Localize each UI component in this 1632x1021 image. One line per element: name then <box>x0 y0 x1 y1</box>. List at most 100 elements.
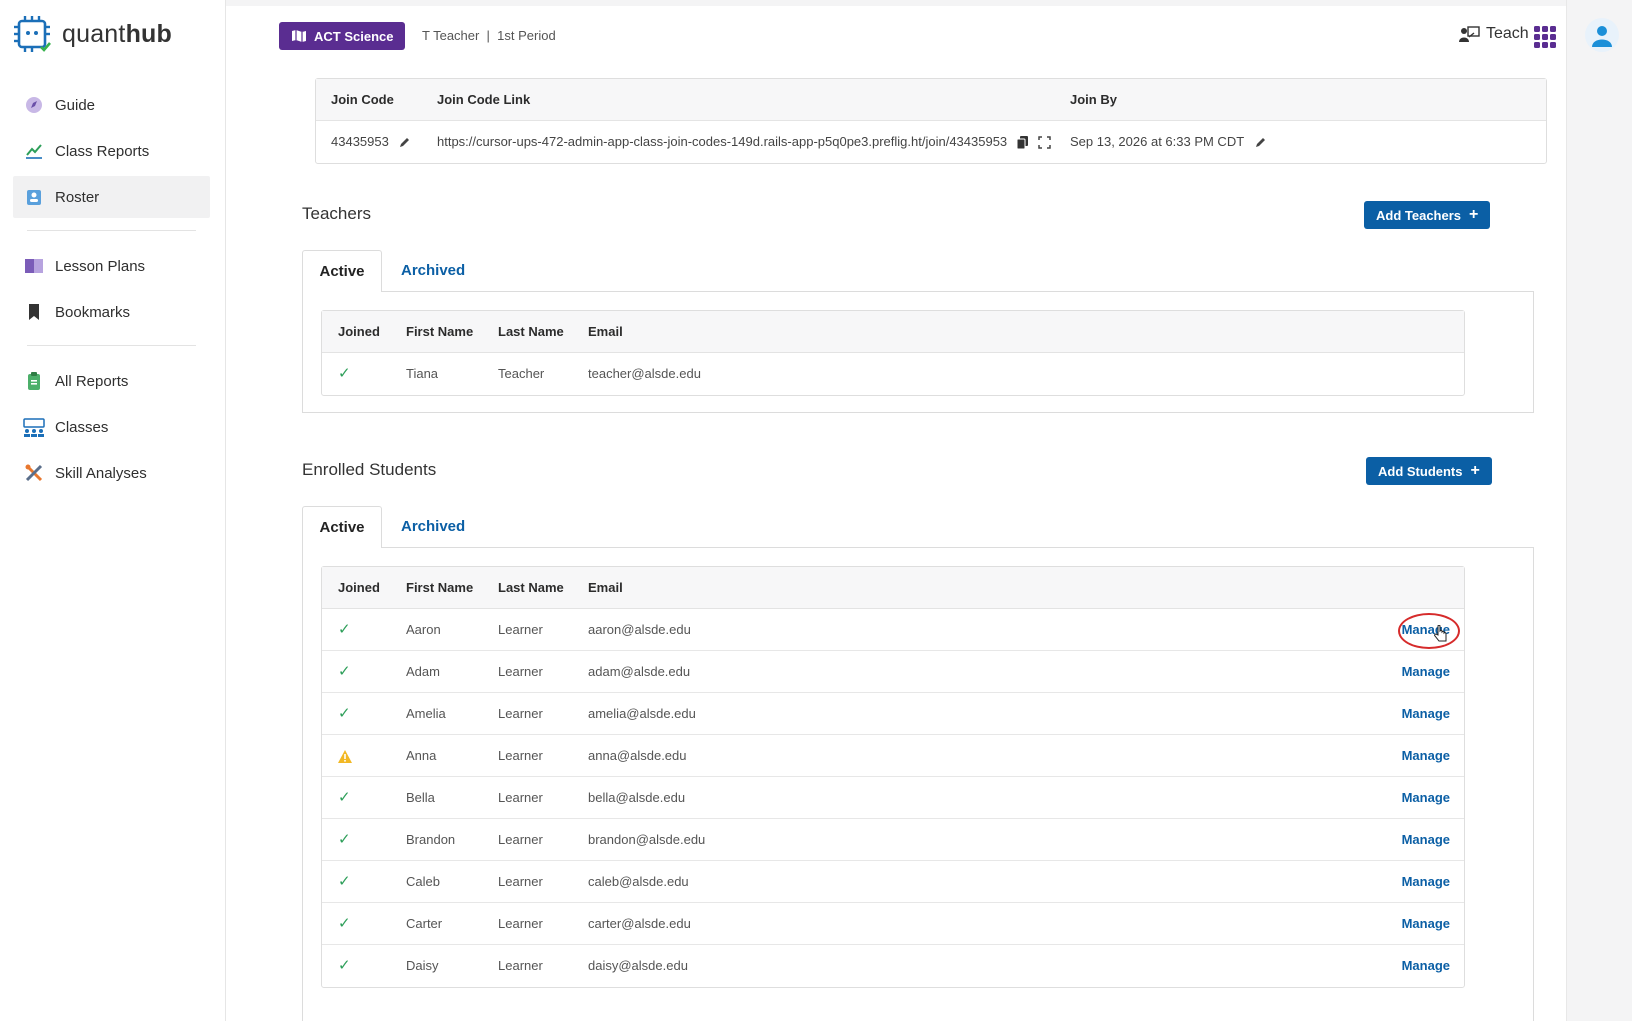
manage-link[interactable]: Manage <box>1402 903 1450 945</box>
students-title: Enrolled Students <box>302 460 437 479</box>
manage-link[interactable]: Manage <box>1402 945 1450 987</box>
last-name-cell: Learner <box>498 748 543 763</box>
last-name-cell: Learner <box>498 874 543 889</box>
table-row: Anna Learner anna@alsde.edu Manage <box>322 735 1464 777</box>
clipboard-icon <box>23 370 45 392</box>
sidebar-item-classes[interactable]: Classes <box>13 406 210 448</box>
last-name-cell: Learner <box>498 706 543 721</box>
tab-teachers-active[interactable]: Active <box>302 250 382 293</box>
check-icon: ✓ <box>338 705 351 722</box>
last-name-cell: Teacher <box>498 366 545 381</box>
map-icon <box>292 30 306 42</box>
edit-icon[interactable] <box>1254 136 1267 149</box>
manage-link[interactable]: Manage <box>1402 777 1450 819</box>
sidebar-item-lesson-plans[interactable]: Lesson Plans <box>13 245 210 287</box>
first-name-cell: Aaron <box>406 622 441 637</box>
sidebar-divider <box>27 230 196 231</box>
sidebar-item-all-reports[interactable]: All Reports <box>13 360 210 402</box>
table-row: ✓ Caleb Learner caleb@alsde.edu Manage <box>322 861 1464 903</box>
manage-link[interactable]: Manage <box>1402 819 1450 861</box>
check-icon: ✓ <box>338 621 351 638</box>
fullscreen-icon[interactable] <box>1038 136 1052 149</box>
check-icon: ✓ <box>338 663 351 680</box>
first-name-cell: Amelia <box>406 706 446 721</box>
avatar[interactable] <box>1585 18 1619 52</box>
sidebar-item-guide[interactable]: Guide <box>13 84 210 126</box>
logo[interactable]: quanthub <box>12 14 172 54</box>
last-name-cell: Learner <box>498 664 543 679</box>
bookmark-icon <box>23 301 45 323</box>
join-code-row: 43435953 https://cursor-ups-472-admin-ap… <box>316 121 1546 163</box>
sidebar-item-label: Lesson Plans <box>55 257 146 275</box>
teach-icon <box>1459 26 1480 42</box>
breadcrumb: T Teacher | 1st Period <box>422 28 556 43</box>
add-students-button[interactable]: Add Students + <box>1366 457 1492 485</box>
table-row: ✓ Brandon Learner brandon@alsde.edu Mana… <box>322 819 1464 861</box>
sidebar-item-class-reports[interactable]: Class Reports <box>13 130 210 172</box>
teach-label: Teach <box>1486 25 1529 42</box>
tab-students-archived[interactable]: Archived <box>401 506 465 548</box>
email-cell: daisy@alsde.edu <box>588 958 688 973</box>
sidebar-item-roster[interactable]: Roster <box>13 176 210 218</box>
add-teachers-button[interactable]: Add Teachers + <box>1364 201 1491 229</box>
manage-link[interactable]: Manage <box>1402 735 1450 777</box>
add-students-label: Add Students <box>1378 463 1463 479</box>
sidebar-item-label: Skill Analyses <box>55 464 147 482</box>
classes-icon <box>23 416 45 438</box>
edit-icon[interactable] <box>398 136 411 149</box>
table-row: ✓ Carter Learner carter@alsde.edu Manage <box>322 903 1464 945</box>
join-link-value[interactable]: https://cursor-ups-472-admin-app-class-j… <box>437 134 1007 149</box>
sidebar-item-bookmarks[interactable]: Bookmarks <box>13 291 210 333</box>
table-row: ✓ Amelia Learner amelia@alsde.edu Manage <box>322 693 1464 735</box>
roster-icon <box>23 186 45 208</box>
sidebar-item-skill-analyses[interactable]: Skill Analyses <box>13 452 210 494</box>
join-code-value: 43435953 <box>331 134 389 149</box>
first-name-cell: Tiana <box>406 366 439 381</box>
email-cell: caleb@alsde.edu <box>588 874 689 889</box>
check-icon: ✓ <box>338 957 351 974</box>
email-column-header: Email <box>588 324 623 339</box>
check-icon: ✓ <box>338 831 351 848</box>
email-cell: carter@alsde.edu <box>588 916 691 931</box>
check-icon: ✓ <box>338 915 351 932</box>
teach-toggle[interactable]: Teach <box>1458 25 1529 43</box>
first-name-cell: Carter <box>406 916 443 931</box>
sidebar-divider <box>27 345 196 346</box>
quanthub-logo-icon <box>14 16 51 52</box>
logo-text: quanthub <box>62 19 172 48</box>
tab-teachers-archived[interactable]: Archived <box>401 250 465 292</box>
copy-icon[interactable] <box>1016 136 1029 150</box>
plus-icon: + <box>1469 206 1479 223</box>
tools-icon <box>23 462 45 484</box>
joined-column-header: Joined <box>338 324 380 339</box>
joined-column-header: Joined <box>338 580 380 595</box>
course-badge[interactable]: ACT Science <box>279 22 406 50</box>
top-bar: ACT Science T Teacher | 1st Period Teach <box>226 6 1566 72</box>
join-by-column-header: Join By <box>1070 92 1117 107</box>
email-cell: anna@alsde.edu <box>588 748 687 763</box>
table-row: ✓ Tiana Teacher teacher@alsde.edu <box>322 353 1464 395</box>
table-row: ✓ Daisy Learner daisy@alsde.edu Manage <box>322 945 1464 987</box>
join-code-column-header: Join Code <box>331 92 394 107</box>
teachers-tabs: Active Archived <box>302 250 1534 293</box>
table-row: ✓ Aaron Learner aaron@alsde.edu Manage <box>322 609 1464 651</box>
email-column-header: Email <box>588 580 623 595</box>
check-icon: ✓ <box>338 789 351 806</box>
table-row: ✓ Bella Learner bella@alsde.edu Manage <box>322 777 1464 819</box>
last-name-cell: Learner <box>498 916 543 931</box>
tab-students-active[interactable]: Active <box>302 506 382 549</box>
join-code-card: Join Code Join Code Link Join By 4343595… <box>315 78 1547 164</box>
manage-link[interactable]: Manage <box>1402 861 1450 903</box>
sidebar-item-label: Guide <box>55 96 96 114</box>
manage-link[interactable]: Manage <box>1402 651 1450 693</box>
join-code-header: Join Code Join Code Link Join By <box>316 79 1546 121</box>
first-name-cell: Anna <box>406 748 437 763</box>
table-header: Joined First Name Last Name Email <box>322 567 1464 609</box>
first-name-cell: Bella <box>406 790 435 805</box>
app-grid-icon[interactable] <box>1534 26 1556 48</box>
join-by-value: Sep 13, 2026 at 6:33 PM CDT <box>1070 134 1244 149</box>
compass-icon <box>23 94 45 116</box>
pointer-cursor-icon <box>1434 625 1447 642</box>
course-label: ACT Science <box>314 28 394 44</box>
manage-link[interactable]: Manage <box>1402 693 1450 735</box>
